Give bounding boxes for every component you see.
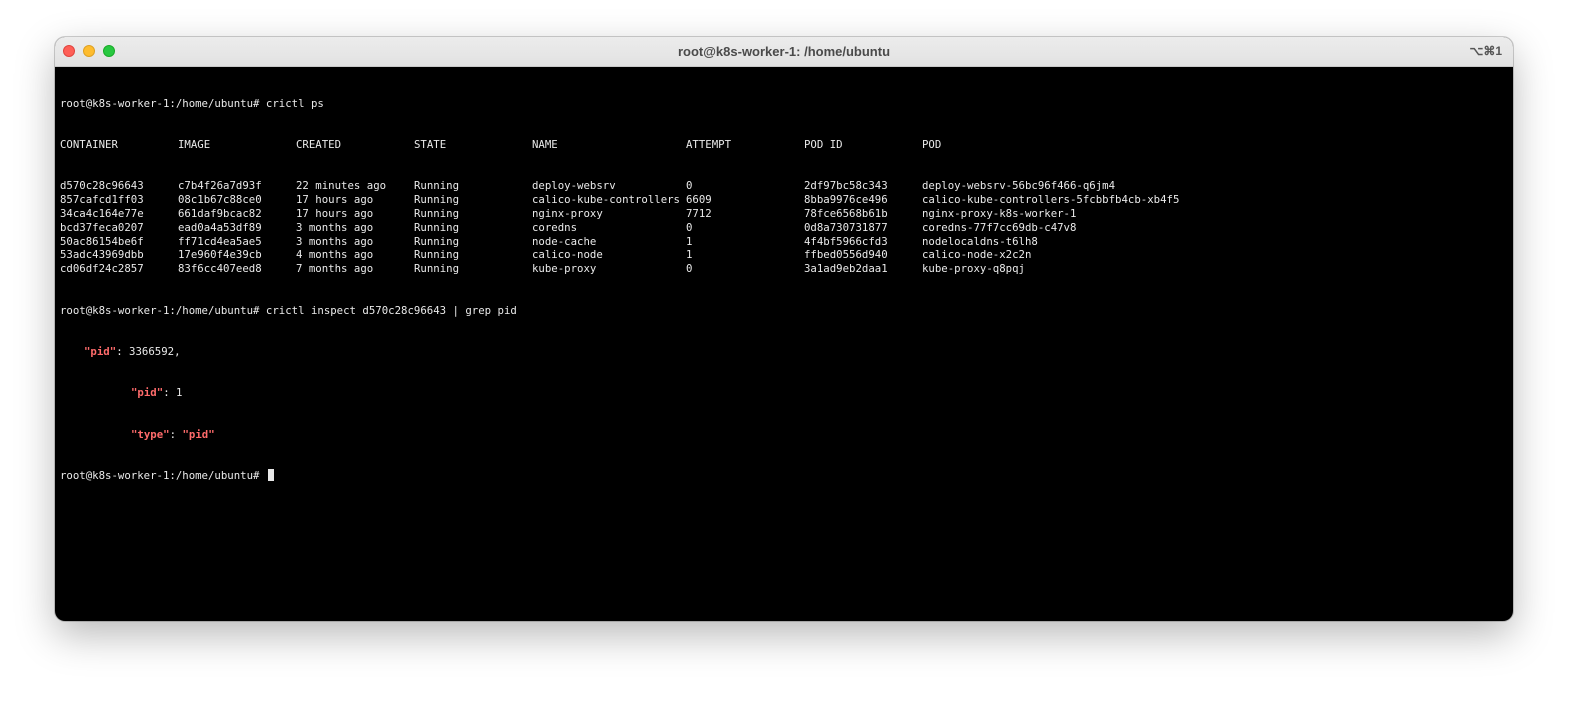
json-key: "pid"	[84, 344, 117, 358]
column-header: CREATED	[296, 137, 342, 151]
title-bar[interactable]: root@k8s-worker-1: /home/ubuntu ⌥⌘1	[55, 37, 1513, 67]
table-cell: Running	[414, 206, 460, 220]
prompt: root@k8s-worker-1:/home/ubuntu#	[60, 303, 266, 317]
table-cell: 17e960f4e39cb	[178, 248, 262, 262]
command-line[interactable]: root@k8s-worker-1:/home/ubuntu#	[60, 469, 1508, 483]
table-cell: coredns	[532, 220, 578, 234]
table-header: CONTAINER IMAGE CREATED STATE NAME ATTEMPT POD…	[60, 138, 1508, 152]
table-cell: Running	[414, 248, 460, 262]
column-header: IMAGE	[178, 137, 211, 151]
table-cell: 0d8a730731877	[804, 220, 888, 234]
table-cell: 08c1b67c88ce0	[178, 193, 262, 207]
column-header: STATE	[414, 137, 447, 151]
table-cell: 83f6cc407eed8	[178, 262, 262, 276]
table-cell: d570c28c96643	[60, 179, 144, 193]
table-cell: 3 months ago	[296, 220, 374, 234]
table-cell: node-cache	[532, 234, 597, 248]
table-cell: bcd37feca0207	[60, 220, 144, 234]
table-cell: 1	[686, 234, 693, 248]
table-cell: 857cafcd1ff03	[60, 193, 144, 207]
column-header: CONTAINER	[60, 137, 118, 151]
table-cell: nginx-proxy	[532, 206, 603, 220]
table-row: 53adc43969dbb 17e960f4e39cb 4 months ago Ru…	[60, 248, 1508, 262]
json-line: "pid": 1	[60, 386, 1508, 400]
json-key: "pid"	[131, 386, 164, 400]
table-cell: 53adc43969dbb	[60, 248, 144, 262]
table-cell: coredns-77f7cc69db-c47v8	[922, 220, 1077, 234]
table-cell: kube-proxy	[532, 262, 597, 276]
text-cursor	[267, 469, 274, 482]
column-header: POD ID	[804, 137, 843, 151]
table-cell: 8bba9976ce496	[804, 193, 888, 207]
table-cell: Running	[414, 234, 460, 248]
table-cell: Running	[414, 220, 460, 234]
column-header: NAME	[532, 137, 558, 151]
table-cell: Running	[414, 262, 460, 276]
json-value: "pid"	[182, 427, 215, 441]
table-cell: Running	[414, 179, 460, 193]
table-cell: calico-node	[532, 248, 603, 262]
command-text: crictl inspect d570c28c96643 | grep pid	[265, 303, 517, 317]
table-cell: 6609	[686, 193, 712, 207]
window-shortcut: ⌥⌘1	[1469, 44, 1502, 58]
table-cell: 1	[686, 248, 693, 262]
json-line: "type": "pid"	[60, 428, 1508, 442]
table-cell: 4 months ago	[296, 248, 374, 262]
json-sep: :	[169, 427, 183, 441]
table-cell: ffbed0556d940	[804, 248, 888, 262]
table-cell: calico-node-x2c2n	[922, 248, 1032, 262]
table-cell: 17 hours ago	[296, 206, 374, 220]
column-header: ATTEMPT	[686, 137, 732, 151]
table-cell: 3a1ad9eb2daa1	[804, 262, 888, 276]
table-cell: 661daf9bcac82	[178, 206, 262, 220]
command-text: crictl ps	[265, 96, 324, 110]
table-row: 50ac86154be6f ff71cd4ea5ae5 3 months ago Ru…	[60, 235, 1508, 249]
table-cell: 0	[686, 220, 693, 234]
column-header: POD	[922, 137, 942, 151]
command-line: root@k8s-worker-1:/home/ubuntu# crictl i…	[60, 304, 1508, 318]
terminal-output[interactable]: root@k8s-worker-1:/home/ubuntu# crictl p…	[55, 67, 1513, 621]
table-cell: ff71cd4ea5ae5	[178, 234, 262, 248]
container-table: d570c28c96643 c7b4f26a7d93f 22 minutes ago…	[60, 179, 1508, 276]
table-cell: 7 months ago	[296, 262, 374, 276]
table-row: cd06df24c2857 83f6cc407eed8 7 months ago Ru…	[60, 262, 1508, 276]
table-cell: 22 minutes ago	[296, 179, 387, 193]
json-value: : 3366592,	[116, 344, 181, 358]
table-cell: 78fce6568b61b	[804, 206, 888, 220]
table-cell: nodelocaldns-t6lh8	[922, 234, 1038, 248]
table-cell: 34ca4c164e77e	[60, 206, 144, 220]
table-cell: 3 months ago	[296, 234, 374, 248]
table-cell: c7b4f26a7d93f	[178, 179, 262, 193]
table-cell: 4f4bf5966cfd3	[804, 234, 888, 248]
table-cell: deploy-websrv-56bc96f466-q6jm4	[922, 179, 1116, 193]
table-row: 857cafcd1ff03 08c1b67c88ce0 17 hours ago Ru…	[60, 193, 1508, 207]
table-cell: 50ac86154be6f	[60, 234, 144, 248]
table-cell: cd06df24c2857	[60, 262, 144, 276]
terminal-window: root@k8s-worker-1: /home/ubuntu ⌥⌘1 root…	[55, 37, 1513, 621]
table-cell: calico-kube-controllers	[532, 193, 680, 207]
prompt: root@k8s-worker-1:/home/ubuntu#	[60, 96, 266, 110]
table-cell: Running	[414, 193, 460, 207]
json-line: "pid": 3366592,	[60, 345, 1508, 359]
json-key: "type"	[131, 427, 170, 441]
json-value: : 1	[163, 386, 183, 400]
window-title: root@k8s-worker-1: /home/ubuntu	[677, 44, 891, 59]
table-cell: nginx-proxy-k8s-worker-1	[922, 206, 1077, 220]
table-row: 34ca4c164e77e 661daf9bcac82 17 hours ago Ru…	[60, 207, 1508, 221]
table-cell: 7712	[686, 206, 712, 220]
prompt: root@k8s-worker-1:/home/ubuntu#	[60, 469, 266, 483]
table-cell: 2df97bc58c343	[804, 179, 888, 193]
table-cell: 17 hours ago	[296, 193, 374, 207]
table-cell: 0	[686, 179, 693, 193]
table-row: bcd37feca0207 ead0a4a53df89 3 months ago Ru…	[60, 221, 1508, 235]
command-line: root@k8s-worker-1:/home/ubuntu# crictl p…	[60, 97, 1508, 111]
table-cell: ead0a4a53df89	[178, 220, 262, 234]
table-cell: calico-kube-controllers-5fcbbfb4cb-xb4f5	[922, 193, 1180, 207]
table-row: d570c28c96643 c7b4f26a7d93f 22 minutes ago…	[60, 179, 1508, 193]
table-cell: deploy-websrv	[532, 179, 616, 193]
table-cell: 0	[686, 262, 693, 276]
table-cell: kube-proxy-q8pqj	[922, 262, 1025, 276]
